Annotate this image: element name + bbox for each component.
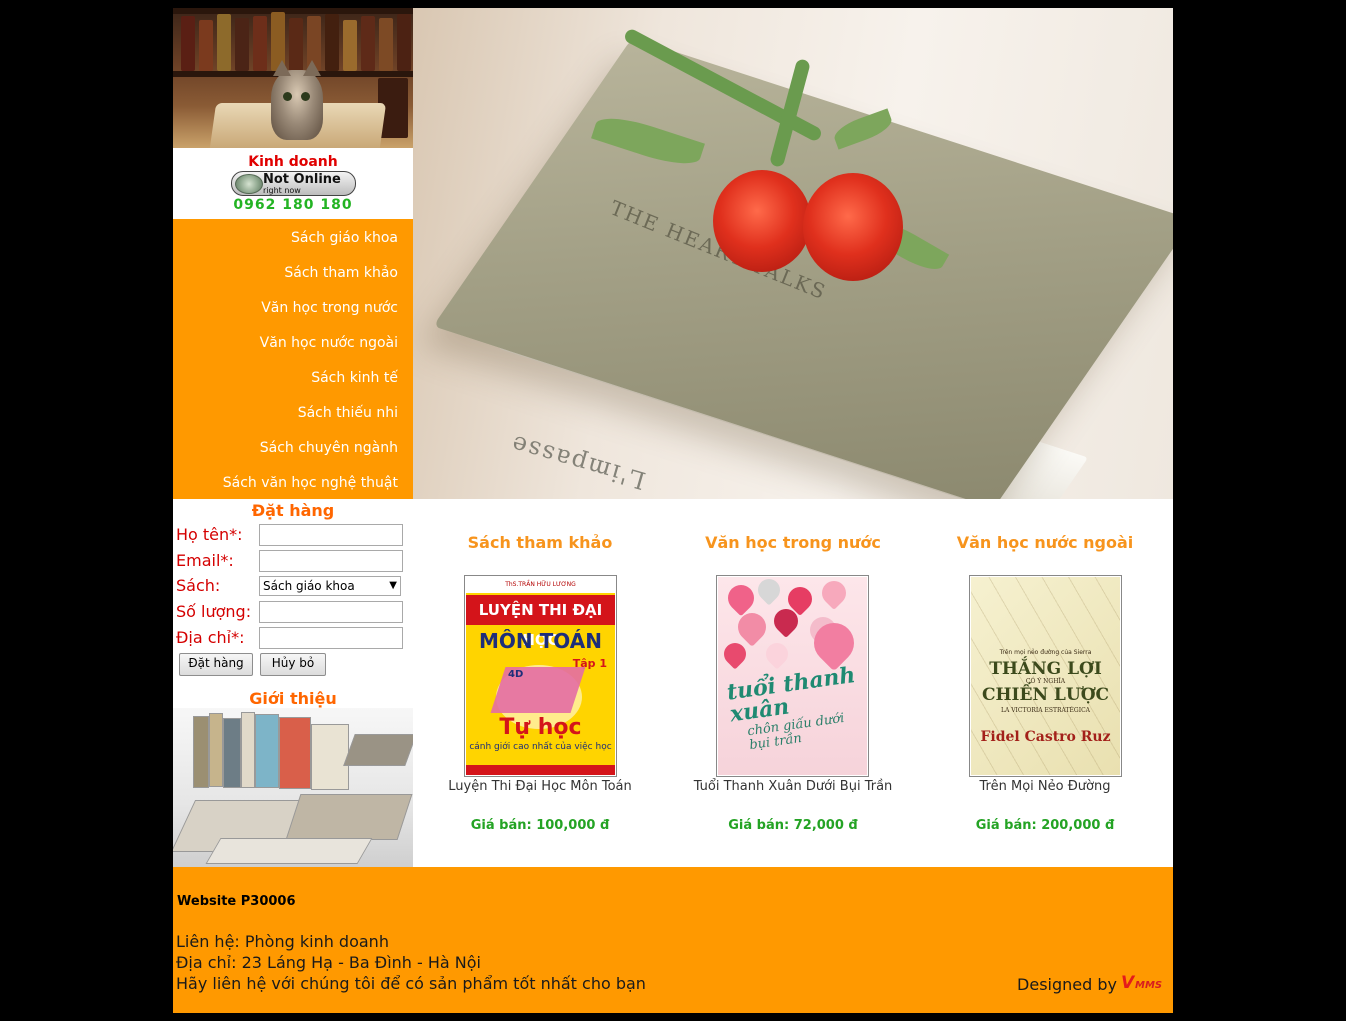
red-flower-right: [803, 173, 903, 281]
address-input[interactable]: [259, 627, 403, 649]
footer-address: Địa chỉ: 23 Láng Hạ - Ba Đình - Hà Nội: [176, 953, 481, 972]
product-category-title[interactable]: Sách tham khảo: [415, 533, 665, 552]
footer-contact: Liên hệ: Phòng kinh doanh: [176, 932, 389, 951]
product-cover[interactable]: Trên mọi nẻo đường của Sierra THẮNG LỢI …: [969, 575, 1122, 777]
vmms-logo-v: V: [1121, 973, 1135, 993]
product-category-title[interactable]: Văn học trong nước: [668, 533, 918, 552]
magazines-image: [173, 708, 413, 867]
menu-item-sach-tham-khao[interactable]: Sách tham khảo: [284, 255, 398, 290]
hero-book-spine-text-2: L'impasse: [506, 429, 649, 495]
cover-author: Fidel Castro Ruz: [980, 729, 1111, 745]
menu-item-van-hoc-trong-nuoc[interactable]: Văn học trong nước: [261, 290, 398, 325]
order-form: Đặt hàng Họ tên*: Email*: Sách: Sách giá…: [173, 499, 413, 687]
product-name[interactable]: Trên Mọi Nẻo Đường: [920, 779, 1170, 794]
book-label: Sách:: [176, 576, 221, 595]
page: Kinh doanh Not Online right now 0962 180…: [173, 8, 1173, 1013]
submit-order-button[interactable]: Đặt hàng: [179, 653, 253, 676]
hero-banner-image: THE HEART TALKS L'impasse: [413, 8, 1173, 499]
product-name[interactable]: Luyện Thi Đại Học Môn Toán: [415, 779, 665, 794]
cat-bookshelf-image: [173, 8, 413, 148]
red-flower-left: [713, 170, 811, 272]
menu-item-sach-van-hoc-nghe-thuat[interactable]: Sách văn học nghệ thuật: [223, 465, 398, 500]
cover-top: Trên mọi nẻo đường của Sierra: [999, 649, 1092, 656]
site-name: Website P30006: [177, 894, 296, 909]
cover-spanish-title: LA VICTORIA ESTRATÉGICA: [1000, 707, 1091, 714]
cover-author: ThS.TRẦN HỮU LƯƠNG: [466, 577, 615, 593]
left-column: Kinh doanh Not Online right now 0962 180…: [173, 8, 413, 867]
email-label: Email*:: [176, 551, 234, 570]
menu-item-sach-thieu-nhi[interactable]: Sách thiếu nhi: [298, 395, 398, 430]
cover-title: THẮNG LỢI: [989, 659, 1102, 679]
chevron-down-icon: ▼: [389, 580, 397, 591]
cover-mid: CÓ Ý NGHĨA: [1025, 678, 1066, 685]
cover-line: MÔN TOÁN: [479, 629, 602, 653]
online-status-button[interactable]: Not Online right now: [231, 171, 356, 196]
quantity-input[interactable]: [259, 601, 403, 623]
book-select-value: Sách giáo khoa: [263, 579, 355, 593]
product-price: Giá bán: 200,000 đ: [975, 818, 1115, 833]
address-label: Địa chỉ*:: [176, 628, 245, 647]
product-category-title[interactable]: Văn học nước ngoài: [920, 533, 1170, 552]
book-select[interactable]: Sách giáo khoa ▼: [259, 576, 401, 596]
menu-item-sach-kinh-te[interactable]: Sách kinh tế: [311, 360, 398, 395]
menu-item-van-hoc-nuoc-ngoai[interactable]: Văn học nước ngoài: [260, 325, 398, 360]
sales-title: Kinh doanh: [248, 154, 338, 170]
cover-line: LUYỆN THI ĐẠI HỌC: [466, 595, 615, 649]
intro-title: Giới thiệu: [249, 689, 337, 708]
vmms-logo[interactable]: V MMS: [1121, 973, 1169, 993]
sales-contact: Kinh doanh Not Online right now 0962 180…: [173, 148, 413, 219]
name-input[interactable]: [259, 524, 403, 546]
category-menu: Sách giáo khoa Sách tham khảo Văn học tr…: [173, 219, 413, 499]
phone-number: 0962 180 180: [233, 197, 353, 213]
product-price: Giá bán: 100,000 đ: [470, 818, 610, 833]
product-price: Giá bán: 72,000 đ: [728, 818, 858, 833]
cancel-button[interactable]: Hủy bỏ: [260, 653, 326, 676]
chat-status-icon: [235, 174, 263, 194]
name-label: Họ tên*:: [176, 525, 243, 544]
email-input[interactable]: [259, 550, 403, 572]
cover-title: CHIẾN LƯỢC: [981, 685, 1110, 705]
designed-by-label: Designed by: [1017, 975, 1117, 994]
cover-badge: 4D: [508, 669, 524, 680]
product-name[interactable]: Tuổi Thanh Xuân Dưới Bụi Trần: [668, 779, 918, 794]
cover-line: Tự học: [499, 715, 582, 740]
cover-line: cánh giới cao nhất của việc học: [469, 742, 612, 752]
quantity-label: Số lượng:: [176, 602, 252, 621]
footer: Website P30006 Liên hệ: Phòng kinh doanh…: [173, 867, 1173, 1013]
product-cover[interactable]: tuổi thanh xuân chôn giấu dưới bụi trần: [716, 575, 869, 777]
menu-item-sach-chuyen-nganh[interactable]: Sách chuyên ngành: [260, 430, 398, 465]
vmms-logo-text: MMS: [1135, 980, 1163, 991]
menu-item-sach-giao-khoa[interactable]: Sách giáo khoa: [291, 220, 398, 255]
footer-slogan: Hãy liên hệ với chúng tôi để có sản phẩm…: [176, 974, 646, 993]
product-cover[interactable]: ThS.TRẦN HỮU LƯƠNG LUYỆN THI ĐẠI HỌC MÔN…: [464, 575, 617, 777]
online-status-label: Not Online: [263, 172, 341, 187]
order-form-title: Đặt hàng: [251, 501, 335, 520]
online-status-sub: right now: [263, 186, 301, 195]
